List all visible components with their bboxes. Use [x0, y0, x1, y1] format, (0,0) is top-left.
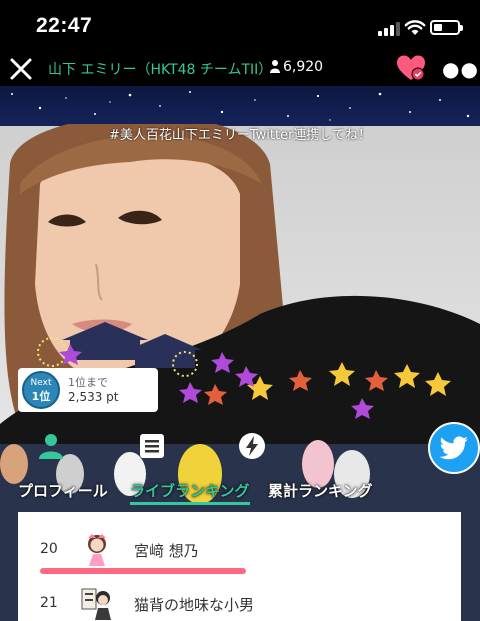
gap-label: 1位まで: [68, 376, 108, 389]
rank-number: 21: [40, 595, 58, 611]
tab-profile[interactable]: プロフィール: [18, 480, 108, 501]
next-word: Next: [30, 378, 52, 388]
heart-follow-icon[interactable]: [396, 54, 426, 82]
person-icon: [270, 60, 280, 73]
hashtag-banner: #美人百花山下エミリーTwitter連携してね！: [108, 128, 372, 143]
close-icon[interactable]: [6, 54, 36, 84]
girl-avatar-icon: [88, 534, 106, 566]
next-rank-circle: Next 1位: [22, 371, 60, 409]
tab-live-ranking[interactable]: ライブランキング: [130, 480, 250, 501]
next-rank-value: 1位: [31, 390, 51, 403]
rank-number: 20: [40, 541, 58, 557]
tab-cumulative-ranking[interactable]: 累計ランキング: [268, 480, 373, 501]
ranking-list-icon[interactable]: [137, 431, 167, 461]
more-options-icon[interactable]: ●●●: [442, 59, 480, 79]
boy-avatar-icon: [81, 588, 111, 620]
status-time: 22:47: [36, 14, 93, 37]
stream-header: 山下 エミリー（HKT48 チームTII） 6,920 ●●●: [0, 52, 480, 86]
tab-icon-row: [0, 425, 480, 473]
starfield-banner: [11, 91, 470, 121]
viewer-count-value: 6,920: [283, 59, 324, 75]
rank-user-name: 宮﨑 想乃: [134, 542, 199, 560]
tab-bar: プロフィール ライブランキング 累計ランキング: [0, 478, 480, 508]
gap-points: 2,533 pt: [68, 390, 119, 404]
ranking-row[interactable]: 21 猫背の地味な小男: [18, 582, 461, 621]
cellular-signal-icon: [378, 22, 400, 36]
battery-icon: [430, 20, 463, 35]
performer-name[interactable]: 山下 エミリー（HKT48 チームTII）: [48, 59, 272, 79]
next-rank-badge[interactable]: Next 1位 1位まで 2,533 pt: [18, 368, 158, 412]
lightning-icon[interactable]: [237, 431, 267, 461]
status-bar: 22:47: [0, 0, 480, 52]
live-ranking-list[interactable]: 20 宮﨑 想乃 21 猫背の地味な小男: [18, 512, 461, 621]
highlight-underline: [40, 568, 246, 574]
active-tab-indicator: [130, 502, 250, 505]
profile-icon[interactable]: [36, 431, 66, 461]
ranking-row[interactable]: 20 宮﨑 想乃: [18, 528, 461, 574]
viewer-count: 6,920: [270, 59, 323, 75]
wifi-icon: [404, 20, 426, 35]
rank-user-name: 猫背の地味な小男: [134, 596, 255, 614]
